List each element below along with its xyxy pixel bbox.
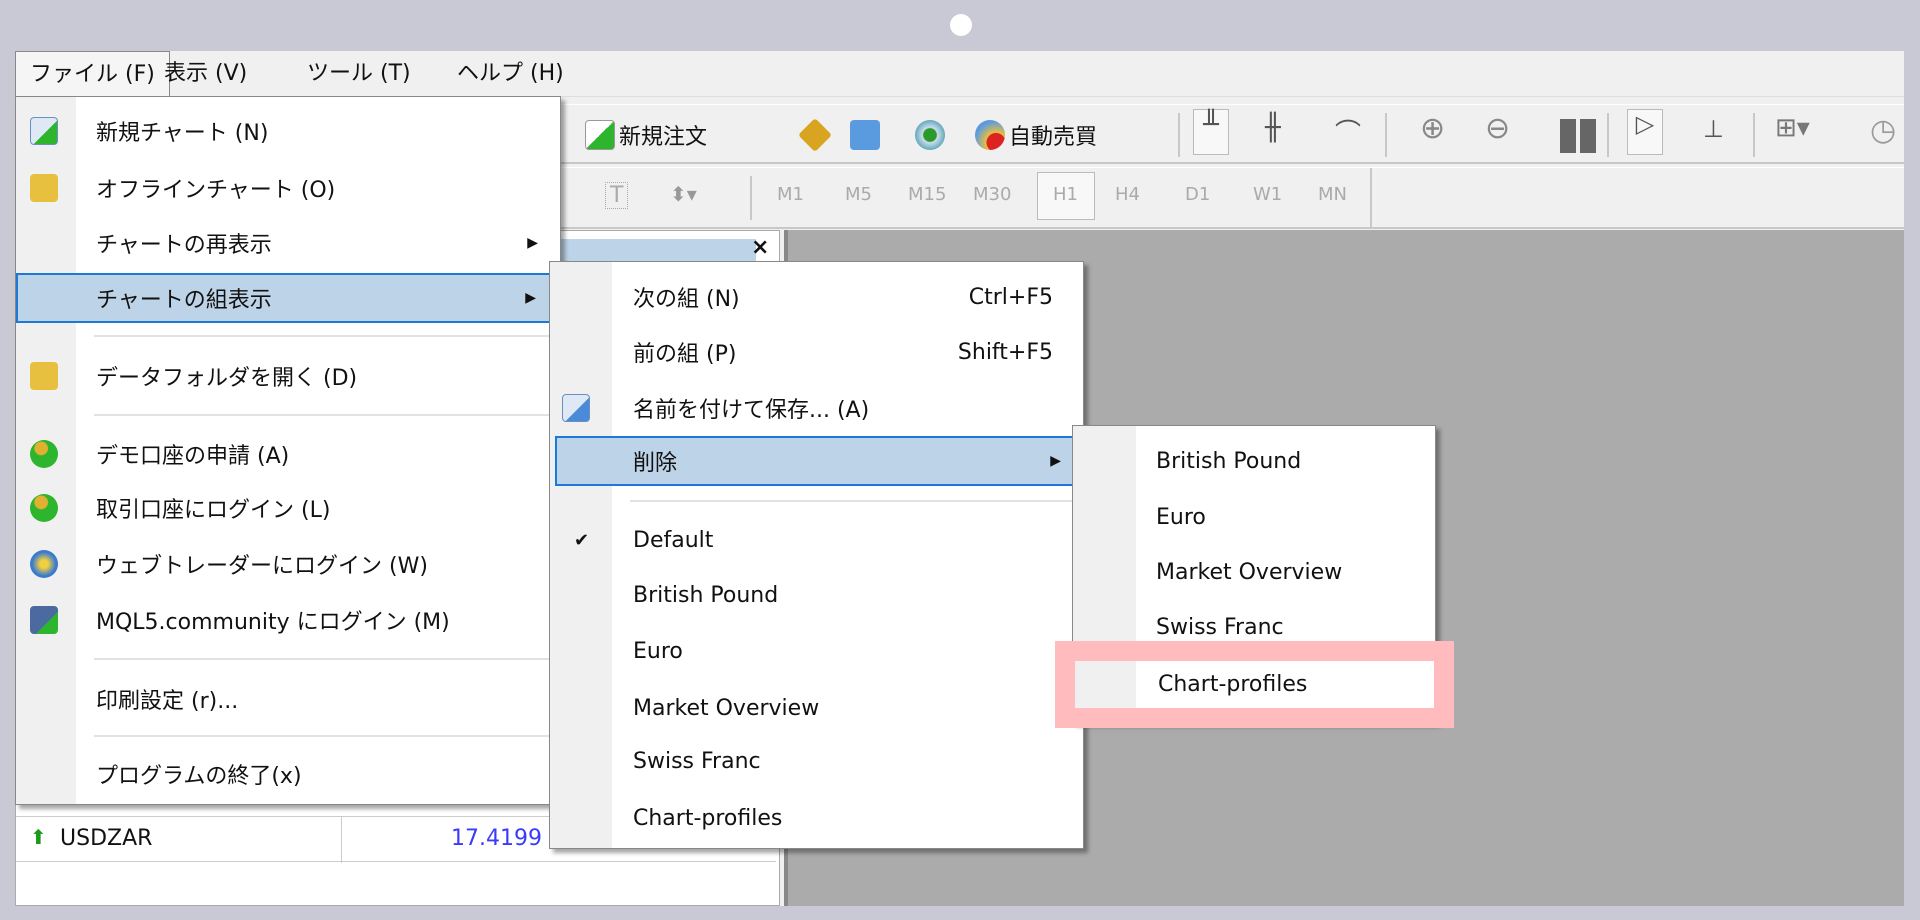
submenu-arrow-icon: ▶ bbox=[525, 290, 536, 306]
symbol-cell: USDZAR bbox=[60, 826, 153, 851]
periods-clock-icon[interactable]: ◷ bbox=[1870, 113, 1896, 148]
menu-item-open-demo[interactable]: デモ口座の申請 (A) bbox=[16, 429, 560, 479]
text-tool-icon[interactable]: T bbox=[605, 182, 629, 209]
menu-file[interactable]: ファイル (F) bbox=[15, 51, 170, 97]
menu-item-profile-swiss-franc[interactable]: Swiss Franc bbox=[550, 736, 1083, 786]
annotation-highlight-box: Chart-profiles bbox=[1055, 641, 1454, 728]
arrow-up-icon: ⬆ bbox=[30, 825, 47, 849]
new-order-label: 新規注文 bbox=[619, 125, 708, 150]
menu-bar: ファイル (F) 表示 (V) ツール (T) ヘルプ (H) bbox=[15, 51, 1904, 97]
menu-help[interactable]: ヘルプ (H) bbox=[443, 51, 578, 97]
timeframe-w1[interactable]: W1 bbox=[1253, 184, 1282, 205]
menu-item-login-mql5[interactable]: MQL5.community にログイン (M) bbox=[16, 595, 560, 645]
user-add-icon bbox=[30, 440, 58, 468]
submenu-arrow-icon: ▶ bbox=[527, 235, 538, 251]
menu-item-profile-default[interactable]: ✔ Default bbox=[550, 515, 1083, 565]
menu-item-profile-euro[interactable]: Euro bbox=[550, 626, 1083, 676]
indicators-dropdown-icon[interactable]: ⊞▾ bbox=[1775, 113, 1810, 143]
camera-dot bbox=[950, 14, 972, 36]
auto-trading-button[interactable]: 自動売買 bbox=[975, 119, 1097, 151]
delete-item-market-overview[interactable]: Market Overview bbox=[1073, 547, 1435, 597]
menu-tools[interactable]: ツール (T) bbox=[293, 51, 425, 97]
menu-item-profile-market-overview[interactable]: Market Overview bbox=[550, 683, 1083, 733]
timeframe-m5[interactable]: M5 bbox=[845, 184, 872, 205]
zoom-in-icon[interactable]: ⊕ bbox=[1420, 111, 1445, 146]
menu-item-login-webtrader[interactable]: ウェブトレーダーにログイン (W) bbox=[16, 539, 560, 589]
candlestick-chart-button[interactable]: ╫ bbox=[1265, 113, 1281, 143]
delete-item-british-pound[interactable]: British Pound bbox=[1073, 436, 1435, 486]
new-chart-icon bbox=[30, 117, 58, 145]
user-login-icon bbox=[30, 494, 58, 522]
arrows-dropdown-icon[interactable]: ⬍▾ bbox=[670, 182, 697, 206]
line-chart-button[interactable]: ⌒ bbox=[1335, 113, 1361, 150]
menu-item-next-profile[interactable]: 次の組 (N) Ctrl+F5 bbox=[550, 272, 1083, 322]
new-order-icon bbox=[585, 120, 615, 150]
zoom-out-icon[interactable]: ⊖ bbox=[1485, 111, 1510, 146]
folder-open-icon bbox=[30, 174, 58, 202]
delete-item-euro[interactable]: Euro bbox=[1073, 492, 1435, 542]
checkmark-icon: ✔ bbox=[574, 529, 590, 551]
close-icon[interactable]: × bbox=[751, 235, 769, 260]
data-window-icon[interactable] bbox=[850, 120, 880, 150]
menu-item-prev-profile[interactable]: 前の組 (P) Shift+F5 bbox=[550, 327, 1083, 377]
bar-chart-button[interactable]: ╨ bbox=[1193, 109, 1229, 155]
timeframe-h4[interactable]: H4 bbox=[1115, 184, 1140, 205]
globe-login-icon bbox=[30, 550, 58, 578]
profiles-submenu: 次の組 (N) Ctrl+F5 前の組 (P) Shift+F5 名前を付けて保存.… bbox=[549, 261, 1085, 849]
menu-item-delete[interactable]: 削除 ▶ bbox=[555, 436, 1085, 486]
shortcut-label: Shift+F5 bbox=[957, 339, 1053, 365]
menu-item-login-trade[interactable]: 取引口座にログイン (L) bbox=[16, 483, 560, 533]
menu-item-refresh-charts[interactable]: チャートの再表示 ▶ bbox=[16, 218, 560, 268]
new-order-button[interactable]: 新規注文 bbox=[585, 119, 707, 151]
menu-item-offline-chart[interactable]: オフラインチャート (O) bbox=[16, 163, 560, 213]
auto-trading-label: 自動売買 bbox=[1009, 125, 1098, 150]
menu-item-save-as[interactable]: 名前を付けて保存... (A) bbox=[550, 383, 1083, 433]
timeframe-m30[interactable]: M30 bbox=[973, 184, 1011, 205]
delete-item-chart-profiles[interactable]: Chart-profiles bbox=[1138, 661, 1434, 708]
timeframe-m15[interactable]: M15 bbox=[908, 184, 946, 205]
mql5-login-icon bbox=[30, 606, 58, 634]
navigator-icon[interactable] bbox=[915, 120, 945, 150]
auto-trading-icon bbox=[975, 120, 1005, 150]
menu-item-open-data-folder[interactable]: データフォルダを開く (D) bbox=[16, 351, 560, 401]
tile-windows-icon[interactable] bbox=[1560, 119, 1596, 153]
timeframe-mn[interactable]: MN bbox=[1318, 184, 1347, 205]
submenu-arrow-icon: ▶ bbox=[1050, 453, 1061, 469]
chart-shift-button[interactable]: ▷ bbox=[1627, 109, 1663, 155]
menu-view[interactable]: 表示 (V) bbox=[150, 51, 261, 97]
menu-item-exit[interactable]: プログラムの終了(x) bbox=[16, 749, 560, 799]
timeframe-h1[interactable]: H1 bbox=[1053, 184, 1078, 205]
bid-cell: 17.4199 bbox=[451, 826, 542, 851]
timeframe-m1[interactable]: M1 bbox=[777, 184, 804, 205]
timeframe-d1[interactable]: D1 bbox=[1185, 184, 1210, 205]
menu-item-profiles[interactable]: チャートの組表示 ▶ bbox=[16, 273, 560, 323]
save-profile-icon bbox=[562, 394, 590, 422]
menu-item-print-setup[interactable]: 印刷設定 (r)... bbox=[16, 674, 560, 724]
folder-icon bbox=[30, 362, 58, 390]
menu-item-profile-british-pound[interactable]: British Pound bbox=[550, 570, 1083, 620]
autoscroll-button[interactable]: ⊥ bbox=[1703, 115, 1724, 143]
file-menu: 新規チャート (N) オフラインチャート (O) チャートの再表示 ▶ チャートの… bbox=[15, 96, 561, 805]
menu-item-new-chart[interactable]: 新規チャート (N) bbox=[16, 106, 560, 156]
shortcut-label: Ctrl+F5 bbox=[968, 284, 1053, 310]
menu-item-profile-chart-profiles[interactable]: Chart-profiles bbox=[550, 793, 1083, 843]
market-watch-icon[interactable] bbox=[798, 118, 832, 152]
